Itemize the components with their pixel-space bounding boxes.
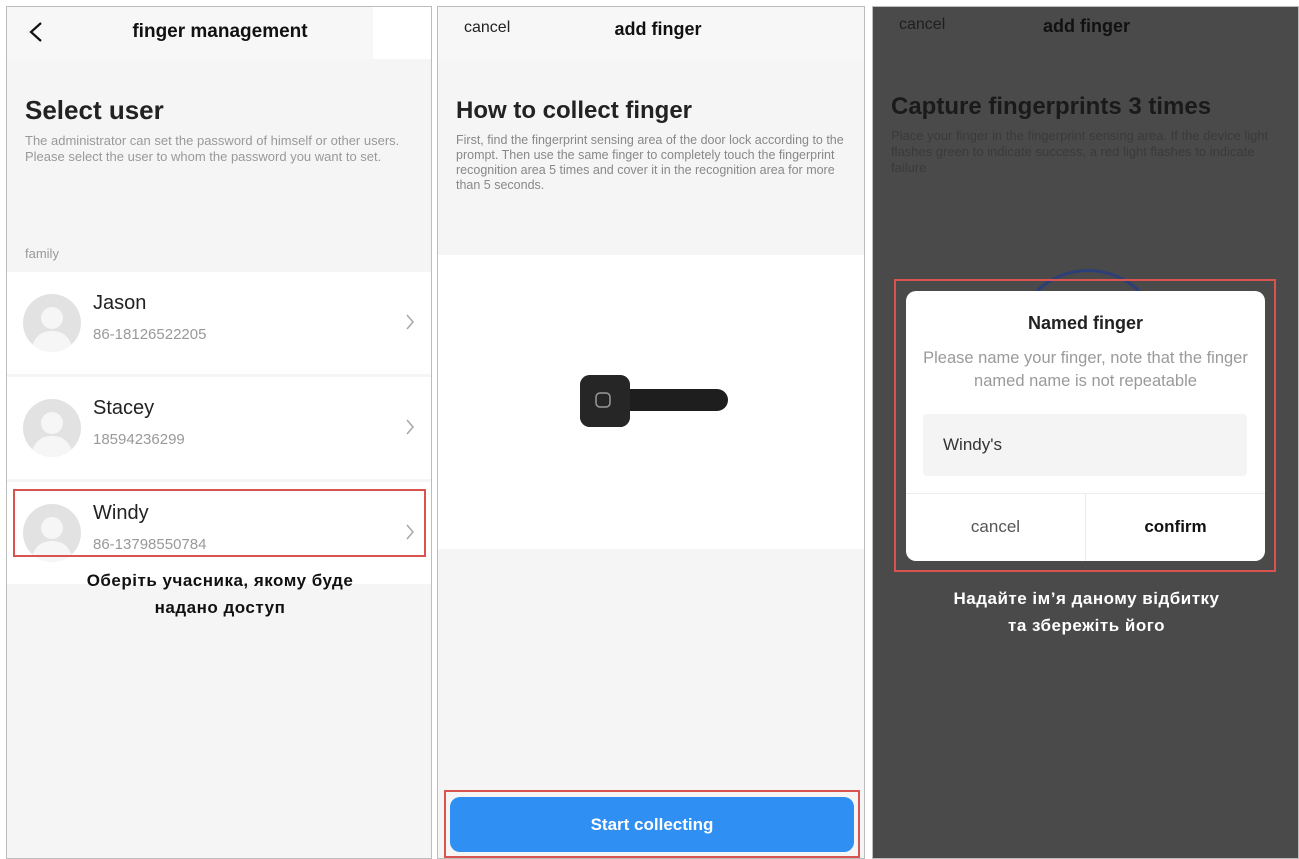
highlight-box — [13, 489, 426, 557]
avatar — [23, 399, 81, 457]
collect-finger-description: First, find the fingerprint sensing area… — [456, 133, 844, 192]
chevron-right-icon — [406, 314, 415, 330]
capture-fingerprints-description: Place your finger in the fingerprint sen… — [891, 128, 1269, 175]
page-title: finger management — [132, 21, 308, 42]
user-row-stacey[interactable]: Stacey 18594236299 — [7, 377, 431, 479]
header-bar: finger management — [7, 7, 431, 59]
highlight-box — [444, 790, 860, 858]
user-row-jason[interactable]: Jason 86-18126522205 — [7, 272, 431, 374]
highlight-box — [894, 279, 1276, 572]
finger-management-screen: finger management Select user The admini… — [6, 6, 432, 859]
select-user-description: The administrator can set the password o… — [25, 133, 400, 164]
instruction-caption: Надайте ім’я даному відбитку та збережіт… — [953, 589, 1220, 635]
door-handle-lock-icon — [580, 375, 728, 427]
collect-finger-heading: How to collect finger — [456, 97, 693, 124]
page-title: add finger — [614, 19, 702, 39]
cancel-button[interactable]: cancel — [899, 16, 945, 34]
header-bar: cancel add finger — [438, 7, 864, 59]
user-phone: 18594236299 — [93, 431, 185, 448]
select-user-heading: Select user — [25, 95, 164, 125]
add-finger-screen: cancel add finger How to collect finger … — [437, 6, 865, 859]
capture-fingerprints-heading: Capture fingerprints 3 times — [891, 93, 1212, 120]
user-name: Stacey — [93, 397, 155, 419]
instruction-caption: Оберіть учасника, якому буде надано дост… — [86, 571, 354, 617]
family-section-label: family — [25, 246, 59, 261]
avatar — [23, 294, 81, 352]
user-silhouette-icon — [31, 307, 73, 352]
user-name: Jason — [93, 292, 147, 314]
page-title: add finger — [1043, 16, 1131, 36]
user-phone: 86-18126522205 — [93, 326, 207, 343]
name-finger-screen: cancel add finger Capture fingerprints 3… — [872, 6, 1299, 859]
lock-illustration-area — [438, 255, 864, 549]
user-silhouette-icon — [31, 412, 73, 457]
chevron-right-icon — [406, 419, 415, 435]
